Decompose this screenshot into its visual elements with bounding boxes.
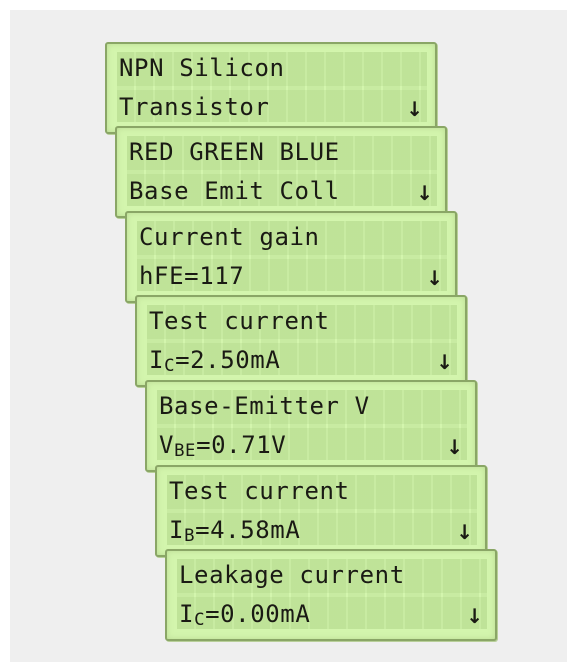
down-arrow-icon: ↓ xyxy=(416,181,433,205)
lcd-screen-collector-test-current: Test current IC=2.50mA ↓ xyxy=(135,295,467,387)
down-arrow-icon: ↓ xyxy=(406,97,423,121)
lcd-line-2: Base Emit Coll xyxy=(129,177,340,205)
symbol: I xyxy=(179,600,195,628)
lcd-screen-base-test-current: Test current IB=4.58mA ↓ xyxy=(155,465,487,557)
symbol-subscript: B xyxy=(184,526,196,547)
down-arrow-icon: ↓ xyxy=(466,604,483,628)
lcd-line-2: VBE=0.71V xyxy=(159,431,286,465)
lcd-line-2: IB=4.58mA xyxy=(169,516,300,550)
lcd-line-1: NPN Silicon xyxy=(119,54,285,82)
down-arrow-icon: ↓ xyxy=(446,435,463,459)
symbol: I xyxy=(169,516,185,544)
lcd-screen-current-gain: Current gain hFE=117 ↓ xyxy=(125,211,457,303)
symbol-subscript: C xyxy=(164,356,176,377)
lcd-screen-base-emitter-voltage: Base-Emitter V VBE=0.71V ↓ xyxy=(145,380,477,472)
reading-value: =4.58mA xyxy=(195,516,301,544)
symbol: V xyxy=(159,431,175,459)
symbol-subscript: C xyxy=(194,610,206,631)
lcd-line-1: RED GREEN BLUE xyxy=(129,138,340,166)
lcd-line-1: Base-Emitter V xyxy=(159,392,370,420)
lcd-line-1: Test current xyxy=(169,477,350,505)
reading-value: =2.50mA xyxy=(175,346,281,374)
down-arrow-icon: ↓ xyxy=(436,350,453,374)
lcd-line-1: Leakage current xyxy=(179,561,405,589)
lcd-line-1: Current gain xyxy=(139,223,320,251)
screenshot-frame: NPN Silicon Transistor ↓ RED GREEN BLUE … xyxy=(10,10,567,662)
lcd-screen-leakage-current: Leakage current IC=0.00mA ↓ xyxy=(165,549,497,641)
lcd-line-2: IC=0.00mA xyxy=(179,600,310,634)
reading-value: =0.00mA xyxy=(205,600,311,628)
lcd-line-1: Test current xyxy=(149,307,330,335)
symbol-subscript: BE xyxy=(174,441,197,462)
lcd-line-2: IC=2.50mA xyxy=(149,346,280,380)
symbol: I xyxy=(149,346,165,374)
lcd-line-2: Transistor xyxy=(119,93,270,121)
lcd-screen-transistor-type: NPN Silicon Transistor ↓ xyxy=(105,42,437,134)
down-arrow-icon: ↓ xyxy=(426,266,443,290)
lcd-line-2: hFE=117 xyxy=(139,262,245,290)
down-arrow-icon: ↓ xyxy=(456,520,473,544)
reading-value: =0.71V xyxy=(196,431,287,459)
lcd-screen-pinout: RED GREEN BLUE Base Emit Coll ↓ xyxy=(115,126,447,218)
